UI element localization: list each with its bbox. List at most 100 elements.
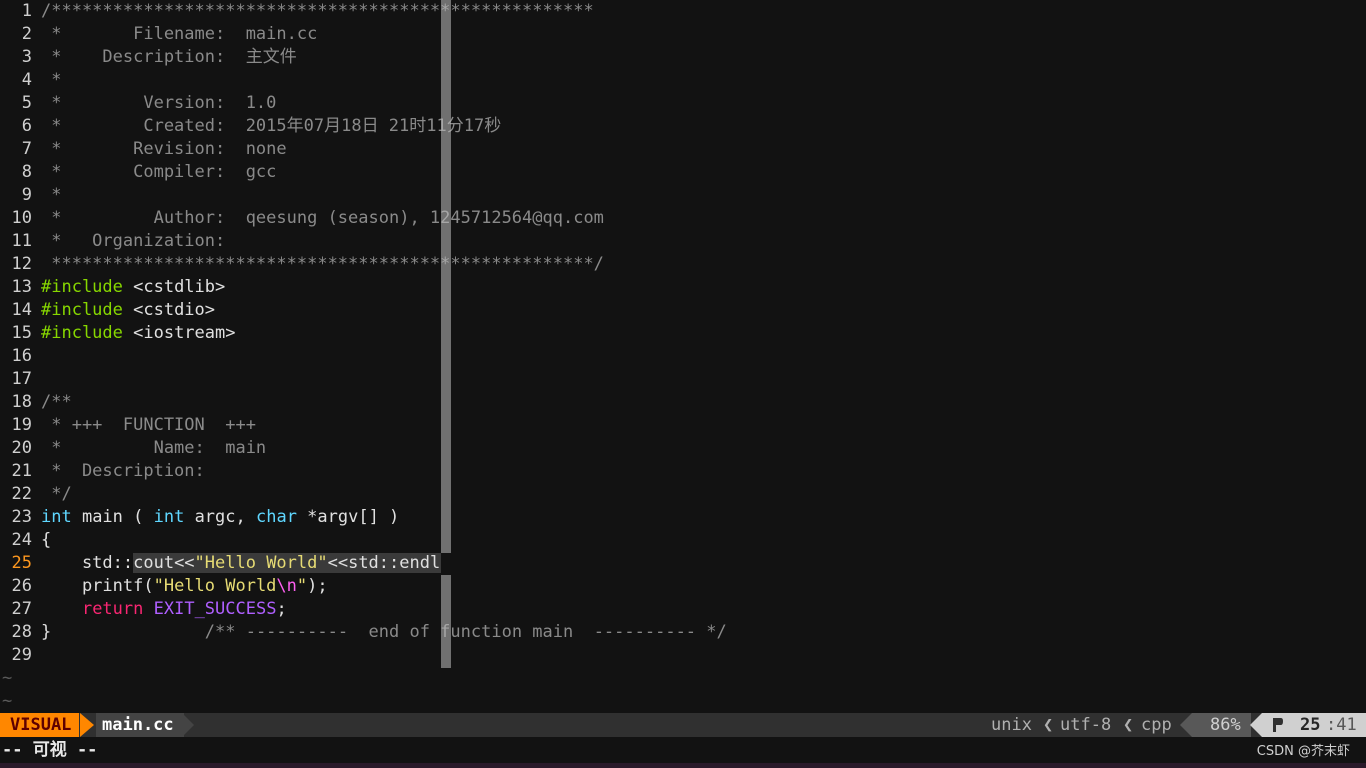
line-number: 15 <box>11 323 32 343</box>
cursor-position: 25 :41 <box>1262 713 1366 737</box>
code-line[interactable]: 10 * Author: qeesung (season), 124571256… <box>0 207 1366 230</box>
code-line[interactable]: 7 * Revision: none <box>0 138 1366 161</box>
code-token: <<std::endl; <box>327 553 451 573</box>
code-token: " <box>296 576 308 596</box>
code-token: int <box>41 507 72 527</box>
line-number: 11 <box>11 231 32 251</box>
mode-indicator: VISUAL <box>0 713 80 737</box>
line-number: 16 <box>11 346 32 366</box>
code-token: */ <box>41 484 72 504</box>
line-number: 18 <box>11 392 32 412</box>
line-number: 3 <box>21 47 32 67</box>
line-number: 21 <box>11 461 32 481</box>
code-line[interactable]: 16 <box>0 345 1366 368</box>
line-number: 14 <box>11 300 32 320</box>
code-token: <cstdlib> <box>122 277 226 297</box>
cursor-line: 25 <box>1300 715 1321 735</box>
line-number: 12 <box>11 254 32 274</box>
code-token: #include <box>41 300 123 320</box>
code-token: * Organization: <box>41 231 226 251</box>
line-number: 23 <box>11 507 32 527</box>
code-line[interactable]: 25 std::cout<<"Hello World"<<std::endl; <box>0 552 1366 575</box>
code-token: ****************************************… <box>41 254 604 274</box>
code-token: * Revision: none <box>41 139 287 159</box>
code-token: * Compiler: gcc <box>41 162 277 182</box>
code-line[interactable]: 23 int main ( int argc, char *argv[] ) <box>0 506 1366 529</box>
position-separator-arrow <box>1250 713 1262 737</box>
code-line[interactable]: 6 * Created: 2015年07月18日 21时11分17秒 <box>0 115 1366 138</box>
file-format: unix <box>991 715 1032 735</box>
code-line[interactable]: 18 /** <box>0 391 1366 414</box>
code-line[interactable]: 26 printf("Hello World\n"); <box>0 575 1366 598</box>
code-token: argc, <box>184 507 256 527</box>
code-line[interactable]: 20 * Name: main <box>0 437 1366 460</box>
code-line[interactable]: 27 return EXIT_SUCCESS; <box>0 598 1366 621</box>
file-separator-arrow <box>182 713 194 737</box>
code-line[interactable]: 22 */ <box>0 483 1366 506</box>
code-line[interactable]: 15 #include <iostream> <box>0 322 1366 345</box>
code-token: int <box>153 507 185 527</box>
code-token: /** <box>41 392 72 412</box>
percent-separator-arrow <box>1180 713 1192 737</box>
code-line[interactable]: 21 * Description: <box>0 460 1366 483</box>
visual-block-gap <box>441 553 451 575</box>
watermark: CSDN @芥末虾 <box>1256 744 1350 759</box>
code-line[interactable]: 13 #include <cstdlib> <box>0 276 1366 299</box>
window-bottom-edge <box>0 763 1366 768</box>
line-number: 10 <box>11 208 32 228</box>
code-line[interactable]: 1 /**************************************… <box>0 0 1366 23</box>
code-line[interactable]: 8 * Compiler: gcc <box>0 161 1366 184</box>
code-line[interactable]: 12 *************************************… <box>0 253 1366 276</box>
line-number: 4 <box>21 70 32 90</box>
scroll-percent: 86% <box>1192 713 1251 737</box>
code-token: * Version: 1.0 <box>41 93 277 113</box>
code-token: return <box>81 599 144 619</box>
line-number: 1 <box>21 1 32 21</box>
code-line[interactable]: 14 #include <cstdio> <box>0 299 1366 322</box>
code-line[interactable]: 24 { <box>0 529 1366 552</box>
line-number: 26 <box>11 576 32 596</box>
cursor-column: :41 <box>1326 715 1357 735</box>
line-number: 28 <box>11 622 32 642</box>
code-line[interactable]: 2 * Filename: main.cc <box>0 23 1366 46</box>
editor-buffer[interactable]: 1/**************************************… <box>0 0 1366 713</box>
code-token: * +++ FUNCTION +++ <box>41 415 256 435</box>
code-token: #include <box>41 277 123 297</box>
line-number: 20 <box>11 438 32 458</box>
line-number-icon <box>1273 718 1283 732</box>
code-line[interactable]: 29 <box>0 644 1366 667</box>
code-line[interactable]: 5 * Version: 1.0 <box>0 92 1366 115</box>
status-separator: ❮ <box>1123 715 1134 735</box>
code-token: /***************************************… <box>41 1 594 21</box>
code-token: cout<< <box>133 553 195 573</box>
file-name: main.cc <box>96 713 184 737</box>
code-token: "Hello World <box>153 576 277 596</box>
code-token: <iostream> <box>122 323 236 343</box>
command-line[interactable]: -- 可视 -- <box>0 737 1366 763</box>
mode-separator-arrow <box>80 713 94 737</box>
status-line: VISUAL main.cc unix ❮ utf-8 ❮ cpp 86% 25… <box>0 713 1366 737</box>
line-number: 9 <box>21 185 32 205</box>
line-number: 24 <box>11 530 32 550</box>
code-line[interactable]: 3 * Description: 主文件 <box>0 46 1366 69</box>
code-token: { <box>41 530 52 550</box>
code-token: * Created: 2015年07月18日 21时11分17秒 <box>41 116 502 136</box>
code-token: *argv[] ) <box>296 507 400 527</box>
code-token: ; <box>276 599 287 619</box>
code-line[interactable]: 4 * <box>0 69 1366 92</box>
empty-line-marker: ~ <box>2 691 13 711</box>
code-line[interactable]: 28} /** ---------- end of function main … <box>0 621 1366 644</box>
code-line[interactable]: 19 * +++ FUNCTION +++ <box>0 414 1366 437</box>
code-token: * Description: <box>41 461 205 481</box>
code-line[interactable]: 9 * <box>0 184 1366 207</box>
code-token: * Name: main <box>41 438 267 458</box>
line-number: 8 <box>21 162 32 182</box>
code-token: ); <box>307 576 328 596</box>
code-token: "Hello World" <box>194 553 328 573</box>
code-line[interactable]: 17 <box>0 368 1366 391</box>
code-token: * Author: qeesung (season), 1245712564@q… <box>41 208 604 228</box>
code-token: main ( <box>71 507 154 527</box>
code-line[interactable]: 11 * Organization: <box>0 230 1366 253</box>
line-number: 7 <box>21 139 32 159</box>
